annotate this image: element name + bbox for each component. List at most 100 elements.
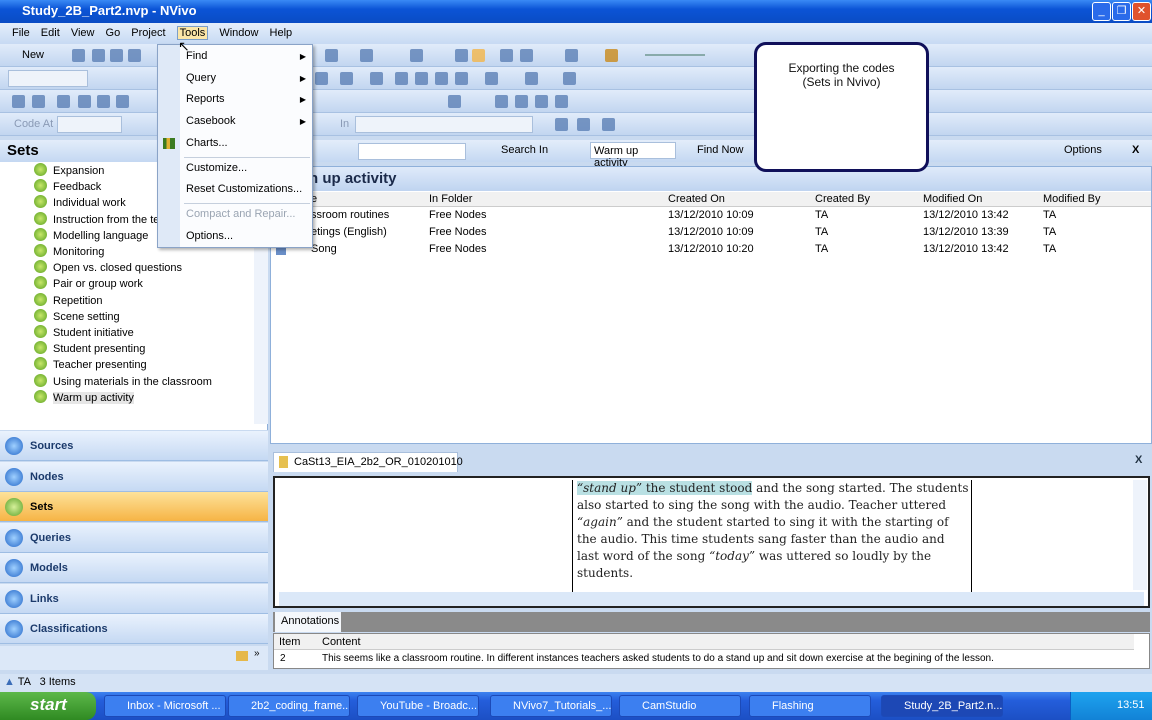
close-find-button[interactable]: X [1132,144,1139,156]
code-in-vivo-icon[interactable] [602,118,615,131]
set-item[interactable]: Pair or group work [34,276,143,292]
skip-forward-icon[interactable] [116,95,129,108]
set-item[interactable]: Monitoring [34,244,104,260]
play-mode-icon[interactable] [448,95,461,108]
document-tab[interactable]: CaSt13_EIA_2b2_OR_010201010 [273,452,463,472]
taskbar-button[interactable]: NVivo7_Tutorials_... [490,695,612,717]
menu-help[interactable]: Help [270,27,293,39]
table-icon[interactable] [515,95,528,108]
set-item[interactable]: Expansion [34,163,104,179]
taskbar-button[interactable]: Study_2B_Part2.n... [881,695,1003,717]
column-header-modified-by[interactable]: Modified By [1043,193,1100,205]
align-right-icon[interactable] [435,72,448,85]
tools-menu-item-charts[interactable]: Charts... [186,134,312,154]
set-item[interactable]: Individual work [34,195,126,211]
column-header-content[interactable]: Content [322,636,361,648]
style-combo[interactable] [8,70,88,87]
document-text[interactable]: “stand up” the student stood and the son… [572,480,972,592]
justify-icon[interactable] [455,72,468,85]
menu-view[interactable]: View [71,27,95,39]
horizontal-scrollbar[interactable] [279,592,1144,606]
menu-go[interactable]: Go [106,27,121,39]
table-row[interactable]: etings (English) Free Nodes 13/12/2010 10:… [271,225,1151,242]
document-pane[interactable]: “stand up” the student stood and the son… [273,476,1150,608]
zoom-in-icon[interactable] [500,49,513,62]
set-item[interactable]: Student presenting [34,341,145,357]
new-button[interactable]: New [22,49,44,61]
column-header-created-by[interactable]: Created By [815,193,870,205]
charts-icon[interactable] [605,49,618,62]
cut-icon[interactable] [128,49,141,62]
nav-sets[interactable]: Sets [0,492,268,522]
search-in-field[interactable]: Warm up activity [590,142,676,169]
grid-icon[interactable] [555,95,568,108]
code-icon[interactable] [555,118,568,131]
tools-menu-item-customize[interactable]: Customize... [186,159,312,179]
detail-view-icon[interactable] [472,49,485,62]
column-header-folder[interactable]: In Folder [429,193,472,205]
tools-menu-item-query[interactable]: Query ▶ [186,69,312,89]
set-item[interactable]: Warm up activity [34,389,134,406]
taskbar-button[interactable]: 2b2_coding_frame... [228,695,350,717]
tool-icon[interactable] [325,49,338,62]
taskbar-button[interactable]: Flashing [749,695,871,717]
tools-menu-item-reset-customizations[interactable]: Reset Customizations... [186,180,312,200]
nav-links[interactable]: Links [0,583,268,614]
column-header-item[interactable]: Item [279,636,300,648]
folder-icon[interactable] [236,651,248,661]
set-item[interactable]: Feedback [34,179,101,195]
save-icon[interactable] [72,49,85,62]
column-header-created-on[interactable]: Created On [668,193,725,205]
taskbar-button[interactable]: CamStudio [619,695,741,717]
table-row[interactable]: Song Free Nodes 13/12/2010 10:20 TA 13/12/20… [271,242,1151,259]
table-icon[interactable] [535,95,548,108]
tools-menu-item-find[interactable]: Find ▶ [186,47,312,67]
search-in-button[interactable]: Search In [501,144,548,156]
annotations-tab[interactable]: Annotations [275,612,341,632]
line-color-icon[interactable] [340,72,353,85]
stop-icon[interactable] [32,95,45,108]
nav-nodes[interactable]: Nodes [0,461,268,492]
find-now-button[interactable]: Find Now [697,144,743,156]
start-button[interactable]: start [0,692,96,720]
table-icon[interactable] [495,95,508,108]
align-left-icon[interactable] [395,72,408,85]
code-at-combo[interactable] [57,116,122,133]
play-icon[interactable] [12,95,25,108]
annotation-row[interactable]: 2 This seems like a classroom routine. I… [274,652,1134,668]
menu-file[interactable]: File [12,27,30,39]
model-icon[interactable] [410,49,423,62]
copy-icon[interactable] [110,49,123,62]
tools-menu-item-casebook[interactable]: Casebook ▶ [186,112,312,132]
find-icon[interactable] [563,72,576,85]
menu-window[interactable]: Window [219,27,258,39]
nav-models[interactable]: Models [0,553,268,583]
uncode-icon[interactable] [577,118,590,131]
list-icon[interactable] [525,72,538,85]
look-for-combo[interactable] [358,143,466,160]
taskbar-button[interactable]: YouTube - Broadc... [357,695,479,717]
close-document-button[interactable]: X [1135,454,1142,466]
table-row[interactable]: ssroom routines Free Nodes 13/12/2010 10:0… [271,208,1151,225]
nav-sources[interactable]: Sources [0,431,268,461]
set-item[interactable]: Teacher presenting [34,357,147,373]
in-combo[interactable] [355,116,533,133]
set-item[interactable]: Open vs. closed questions [34,260,182,276]
column-header-modified-on[interactable]: Modified On [923,193,982,205]
vertical-scrollbar[interactable] [1133,480,1147,590]
nav-classifications[interactable]: Classifications [0,614,268,644]
underline-icon[interactable] [315,72,328,85]
set-item[interactable]: Instruction from the tea [34,211,166,228]
align-center-icon[interactable] [415,72,428,85]
indent-icon[interactable] [485,72,498,85]
filter-icon[interactable] [565,49,578,62]
restore-button[interactable]: ❐ [1112,2,1131,21]
set-item[interactable]: Modelling language [34,227,148,244]
rewind-icon[interactable] [78,95,91,108]
chart-icon[interactable] [360,49,373,62]
set-item[interactable]: Repetition [34,292,103,309]
fill-color-icon[interactable] [370,72,383,85]
tools-menu-item-reports[interactable]: Reports ▶ [186,90,312,110]
close-button[interactable]: ✕ [1132,2,1151,21]
minimize-button[interactable]: _ [1092,2,1111,21]
